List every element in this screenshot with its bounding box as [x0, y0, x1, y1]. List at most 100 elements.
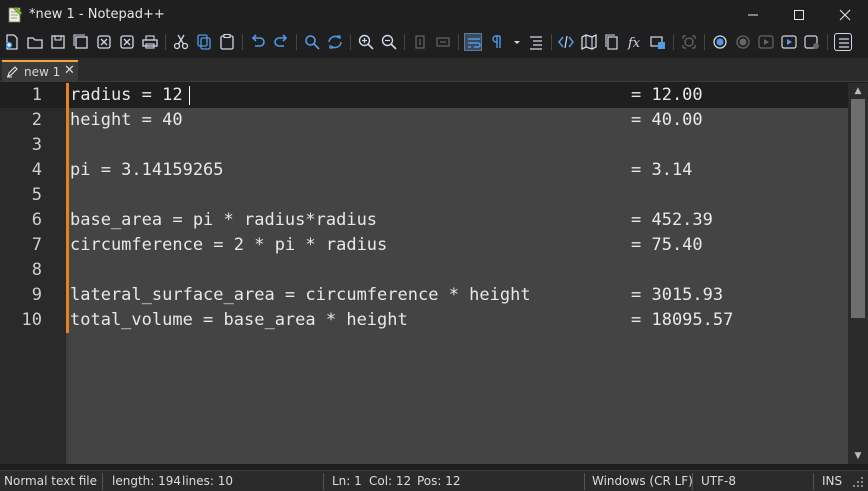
- calc-result: = 12.00: [631, 85, 703, 105]
- code-text[interactable]: base_area = pi * radius*radius: [70, 208, 377, 233]
- vertical-scrollbar[interactable]: ▲ ▼: [848, 83, 868, 464]
- play-macro-button[interactable]: [757, 33, 775, 51]
- editor-line[interactable]: 3: [0, 133, 848, 158]
- status-separator: [584, 473, 585, 490]
- minimize-button[interactable]: [730, 0, 776, 30]
- tab-bar: new 1 ✕: [0, 58, 868, 82]
- save-icon: [51, 35, 65, 49]
- calc-result: = 40.00: [631, 110, 703, 130]
- save-button[interactable]: [49, 33, 67, 51]
- print-button[interactable]: [141, 33, 159, 51]
- status-language: Normal text file: [4, 474, 98, 488]
- sync-horizontal-icon: [436, 37, 450, 47]
- notepad-app-icon[interactable]: [7, 6, 23, 23]
- tab-close-icon[interactable]: ✕: [64, 64, 75, 78]
- editor-line[interactable]: 2 height = 40 = 40.00: [0, 108, 848, 133]
- line-number: 7: [31, 235, 42, 255]
- close-file-button[interactable]: [95, 33, 113, 51]
- word-wrap-button[interactable]: [464, 33, 482, 51]
- cut-icon: [173, 34, 189, 50]
- scroll-down-arrow-icon[interactable]: ▼: [848, 448, 868, 464]
- status-eol[interactable]: Windows (CR LF): [592, 474, 693, 488]
- folder-workspace-button[interactable]: [649, 33, 667, 51]
- toolbar-separator: [296, 34, 297, 50]
- line-number: 10: [21, 310, 42, 330]
- zoom-in-button[interactable]: [357, 33, 375, 51]
- new-file-button[interactable]: [3, 33, 21, 51]
- folder-workspace-icon: [650, 36, 665, 49]
- show-all-chars-button[interactable]: [488, 33, 506, 51]
- tab-new-1[interactable]: new 1 ✕: [2, 60, 78, 82]
- editor-line[interactable]: 4 pi = 3.14159265 = 3.14: [0, 158, 848, 183]
- run-macro-multiple-button[interactable]: [780, 33, 798, 51]
- sync-horizontal-button[interactable]: [434, 33, 452, 51]
- calc-result: = 75.40: [631, 235, 703, 255]
- close-all-button[interactable]: [118, 33, 136, 51]
- function-list-button[interactable]: fx: [626, 33, 644, 51]
- udl-button[interactable]: [557, 33, 575, 51]
- scroll-up-arrow-icon[interactable]: ▲: [848, 83, 868, 99]
- redo-button[interactable]: [272, 33, 290, 51]
- panel-toggle-icon: [839, 38, 849, 48]
- function-list-icon: fx: [627, 36, 641, 51]
- code-text[interactable]: pi = 3.14159265: [70, 158, 224, 183]
- sync-vertical-button[interactable]: [411, 33, 429, 51]
- editor-line[interactable]: 7 circumference = 2 * pi * radius = 75.40: [0, 233, 848, 258]
- doc-list-button[interactable]: [603, 33, 621, 51]
- code-text[interactable]: total_volume = base_area * height: [70, 308, 408, 333]
- monitoring-button[interactable]: [680, 33, 698, 51]
- toolbar-separator: [551, 34, 552, 50]
- cut-button[interactable]: [172, 33, 190, 51]
- close-window-button[interactable]: [822, 0, 868, 30]
- line-number: 6: [31, 210, 42, 230]
- paste-button[interactable]: [218, 33, 236, 51]
- panel-toggle-button[interactable]: [834, 33, 852, 51]
- editor-line[interactable]: 10 total_volume = base_area * height = 180…: [0, 308, 848, 333]
- show-all-chars-dropdown[interactable]: [508, 33, 520, 51]
- maximize-button[interactable]: [776, 0, 822, 30]
- save-macro-button[interactable]: [803, 33, 821, 51]
- open-file-button[interactable]: [26, 33, 44, 51]
- undo-icon: [251, 34, 265, 47]
- zoom-out-button[interactable]: [380, 33, 398, 51]
- editor-line[interactable]: 9 lateral_surface_area = circumference * …: [0, 283, 848, 308]
- doc-list-icon: [605, 34, 618, 50]
- doc-map-button[interactable]: [580, 33, 598, 51]
- status-separator: [323, 473, 324, 490]
- minimize-icon: [748, 14, 758, 16]
- status-encoding[interactable]: UTF-8: [701, 474, 736, 488]
- indent-guide-button[interactable]: [527, 33, 545, 51]
- replace-icon: [328, 35, 342, 49]
- save-all-button[interactable]: [72, 33, 90, 51]
- status-length: length: 194: [112, 474, 182, 488]
- find-button[interactable]: [303, 33, 321, 51]
- status-separator: [813, 473, 814, 490]
- editor-line[interactable]: 1 radius = 12 = 12.00: [0, 83, 848, 108]
- find-icon: [305, 35, 320, 50]
- code-text[interactable]: height = 40: [70, 108, 183, 133]
- toolbar-separator: [458, 34, 459, 50]
- scrollbar-thumb[interactable]: [851, 99, 865, 318]
- tab-label: new 1: [24, 65, 61, 79]
- copy-button[interactable]: [195, 33, 213, 51]
- play-macro-icon: [758, 35, 774, 49]
- status-lines: lines: 10: [182, 474, 234, 488]
- code-text[interactable]: circumference = 2 * pi * radius: [70, 233, 387, 258]
- calc-result: = 452.39: [631, 210, 713, 230]
- editor-line[interactable]: 8: [0, 258, 848, 283]
- resize-grip-icon[interactable]: [852, 476, 864, 488]
- record-macro-button[interactable]: [711, 33, 729, 51]
- window-title: *new 1 - Notepad++: [29, 7, 165, 22]
- editor-pane[interactable]: 1 radius = 12 = 12.00 2 height = 40 = 40.00 3 4…: [0, 83, 868, 464]
- code-text[interactable]: radius = 12: [70, 83, 183, 108]
- editor-line[interactable]: 5: [0, 183, 848, 208]
- undo-button[interactable]: [249, 33, 267, 51]
- code-text[interactable]: lateral_surface_area = circumference * h…: [70, 283, 531, 308]
- monitoring-icon: [682, 35, 696, 49]
- title-bar: *new 1 - Notepad++: [0, 0, 868, 30]
- status-separator: [102, 473, 103, 490]
- stop-macro-button[interactable]: [734, 33, 752, 51]
- replace-button[interactable]: [326, 33, 344, 51]
- editor-line[interactable]: 6 base_area = pi * radius*radius = 452.39: [0, 208, 848, 233]
- status-insert-mode[interactable]: INS: [822, 474, 842, 488]
